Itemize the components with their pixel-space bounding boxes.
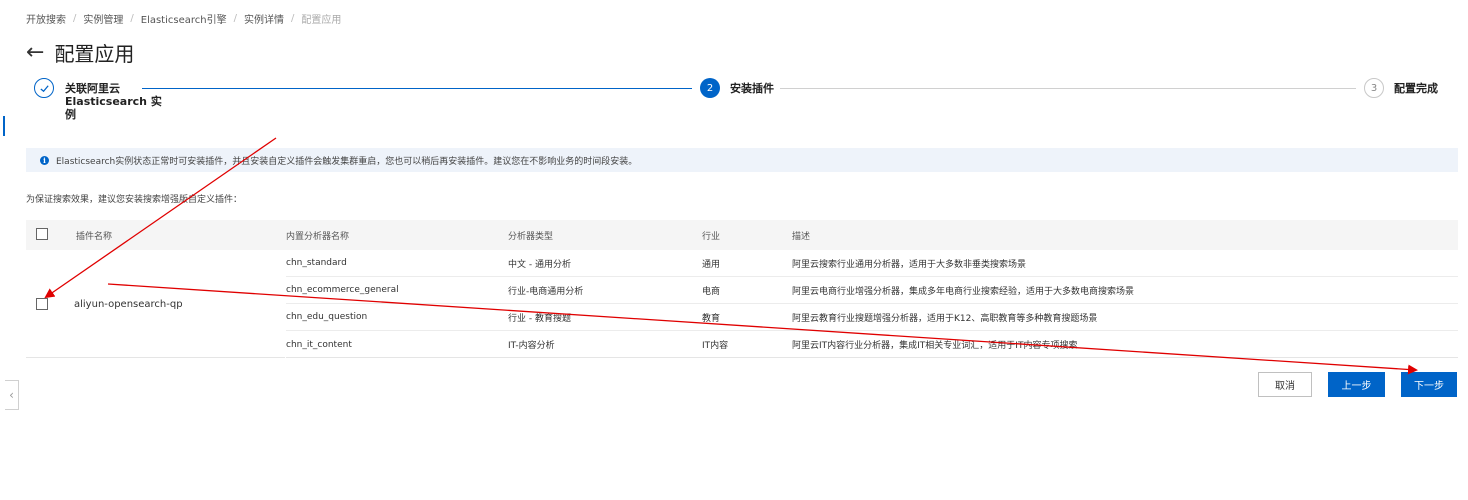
step-3-label: 配置完成 xyxy=(1394,82,1438,95)
previous-step-button[interactable]: 上一步 xyxy=(1328,372,1385,397)
table-row: chn_it_content IT-内容分析 IT内容 阿里云IT内容行业分析器… xyxy=(286,331,1458,358)
breadcrumb-separator: / xyxy=(73,13,77,24)
breadcrumb-item-elasticsearch-engine[interactable]: Elasticsearch引擎 xyxy=(141,11,227,26)
chevron-left-icon: ‹ xyxy=(9,388,14,402)
select-all-cell xyxy=(26,227,76,243)
notice-text: Elasticsearch实例状态正常时可安装插件，并且安装自定义插件会触发集群… xyxy=(56,156,638,167)
analyzer-type: IT-内容分析 xyxy=(508,341,555,351)
breadcrumb-separator: / xyxy=(233,13,237,24)
table-row: chn_standard 中文 - 通用分析 通用 阿里云搜索行业通用分析器，适… xyxy=(286,250,1458,277)
stepper: 关联阿里云 Elasticsearch 实例 2 安装插件 3 配置完成 xyxy=(34,78,1444,128)
breadcrumb-item-current: 配置应用 xyxy=(301,15,342,26)
breadcrumb-item-open-search[interactable]: 开放搜索 xyxy=(26,11,66,26)
description: 阿里云搜索行业通用分析器，适用于大多数非垂类搜索场景 xyxy=(792,259,1027,270)
table-row: chn_edu_question 行业 - 教育搜题 教育 阿里云教育行业搜题增… xyxy=(286,304,1458,331)
table-row: chn_ecommerce_general 行业-电商通用分析 电商 阿里云电商… xyxy=(286,277,1458,304)
header-analyzer-name: 内置分析器名称 xyxy=(286,231,350,242)
select-all-checkbox[interactable] xyxy=(36,227,48,240)
analyzer-name: chn_edu_question xyxy=(286,312,368,322)
info-icon: i xyxy=(40,155,49,165)
step-connector-2 xyxy=(780,88,1356,89)
next-step-button[interactable]: 下一步 xyxy=(1401,372,1457,397)
page-header: ← 配置应用 xyxy=(26,38,134,67)
industry: 通用 xyxy=(702,259,721,270)
header-industry: 行业 xyxy=(702,231,721,242)
step-2-label: 安装插件 xyxy=(730,82,774,95)
industry: 电商 xyxy=(702,286,721,297)
header-plugin-name: 插件名称 xyxy=(76,231,113,242)
step-1-check-icon xyxy=(34,78,54,98)
breadcrumb-separator: / xyxy=(130,13,134,24)
description: 阿里云电商行业增强分析器，集成多年电商行业搜索经验，适用于大多数电商搜索场景 xyxy=(792,286,1135,297)
analyzer-type: 行业-电商通用分析 xyxy=(508,286,584,297)
analyzer-type: 行业 - 教育搜题 xyxy=(508,313,571,324)
info-notice: i Elasticsearch实例状态正常时可安装插件，并且安装自定义插件会触发… xyxy=(26,148,1458,172)
analyzer-name: chn_it_content xyxy=(286,339,352,350)
step-2-number: 2 xyxy=(700,78,720,98)
breadcrumb-separator: / xyxy=(290,13,295,24)
step-connector-1 xyxy=(142,88,692,89)
description: 阿里云IT内容行业分析器，集成IT相关专业词汇，适用于IT内容专项搜索 xyxy=(792,341,1078,351)
industry: 教育 xyxy=(702,313,721,324)
cancel-button[interactable]: 取消 xyxy=(1258,372,1312,397)
analyzer-name: chn_standard xyxy=(286,258,347,268)
breadcrumb: 开放搜索 / 实例管理 / Elasticsearch引擎 / 实例详情 / 配… xyxy=(26,11,341,26)
plugin-table: 插件名称 内置分析器名称 分析器类型 行业 描述 aliyun-opensear… xyxy=(26,220,1458,358)
analyzer-rows: chn_standard 中文 - 通用分析 通用 阿里云搜索行业通用分析器，适… xyxy=(286,250,1458,358)
collapse-sidebar-handle[interactable]: ‹ xyxy=(5,380,19,410)
breadcrumb-item-instance-details[interactable]: 实例详情 xyxy=(244,11,284,26)
header-description: 描述 xyxy=(792,231,811,242)
description: 阿里云教育行业搜题增强分析器，适用于K12、高职教育等多种教育搜题场景 xyxy=(792,313,1098,324)
step-3-number: 3 xyxy=(1364,78,1384,98)
plugin-cell: aliyun-opensearch-qp xyxy=(26,250,286,358)
table-header: 插件名称 内置分析器名称 分析器类型 行业 描述 xyxy=(26,220,1458,250)
industry: IT内容 xyxy=(702,341,729,351)
plugin-checkbox[interactable] xyxy=(36,298,48,310)
header-analyzer-type: 分析器类型 xyxy=(508,231,554,242)
left-nav-active-indicator xyxy=(3,116,5,136)
left-nav-strip xyxy=(0,0,10,500)
analyzer-name: chn_ecommerce_general xyxy=(286,285,399,295)
breadcrumb-item-instance-management[interactable]: 实例管理 xyxy=(83,11,123,26)
plugin-hint: 为保证搜索效果，建议您安装搜索增强版自定义插件： xyxy=(26,195,243,205)
plugin-name: aliyun-opensearch-qp xyxy=(74,298,183,310)
analyzer-type: 中文 - 通用分析 xyxy=(508,259,571,270)
page-title: 配置应用 xyxy=(54,42,135,66)
table-body: aliyun-opensearch-qp chn_standard 中文 - 通… xyxy=(26,250,1458,358)
back-arrow-icon[interactable]: ← xyxy=(26,41,44,64)
